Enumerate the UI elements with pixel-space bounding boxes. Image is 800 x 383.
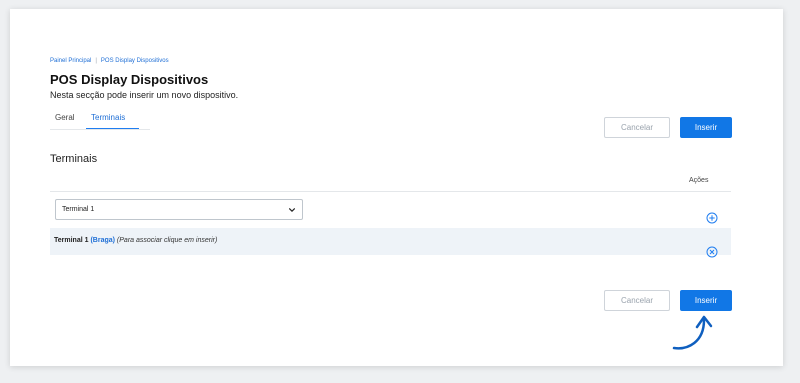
terminal-name: Terminal 1 [54,237,89,244]
breadcrumb-current[interactable]: POS Display Dispositivos [101,58,169,64]
tab-divider [50,129,150,130]
terminal-row: Terminal 1 (Braga) (Para associar clique… [50,228,731,255]
section-title: Terminais [50,153,98,165]
cancel-button-bottom[interactable]: Cancelar [604,290,670,311]
terminal-hint: (Para associar clique em inserir) [116,237,218,244]
table-divider [50,191,731,192]
tab-geral[interactable]: Geral [55,113,75,122]
actions-column-header: Ações [689,177,709,184]
insert-button-top[interactable]: Inserir [680,117,732,138]
terminal-select[interactable]: Terminal 1 [55,199,303,220]
curved-arrow-icon [672,315,713,350]
x-circle-icon[interactable] [706,246,718,258]
tab-terminais[interactable]: Terminais [91,113,125,122]
terminal-location: (Braga) [90,237,115,244]
terminal-row-text: Terminal 1 (Braga) (Para associar clique… [54,237,217,244]
cancel-button-top[interactable]: Cancelar [604,117,670,138]
plus-circle-icon[interactable] [706,212,718,224]
terminal-select-value: Terminal 1 [62,206,95,213]
page-subtitle: Nesta secção pode inserir um novo dispos… [50,90,239,100]
chevron-down-icon [289,208,295,213]
tab-bar: Geral Terminais [50,108,150,130]
page-title: POS Display Dispositivos [50,72,209,87]
breadcrumb-separator: | [95,58,97,64]
breadcrumb-link-home[interactable]: Painel Principal [50,58,91,64]
breadcrumb: Painel Principal | POS Display Dispositivo… [50,58,169,64]
